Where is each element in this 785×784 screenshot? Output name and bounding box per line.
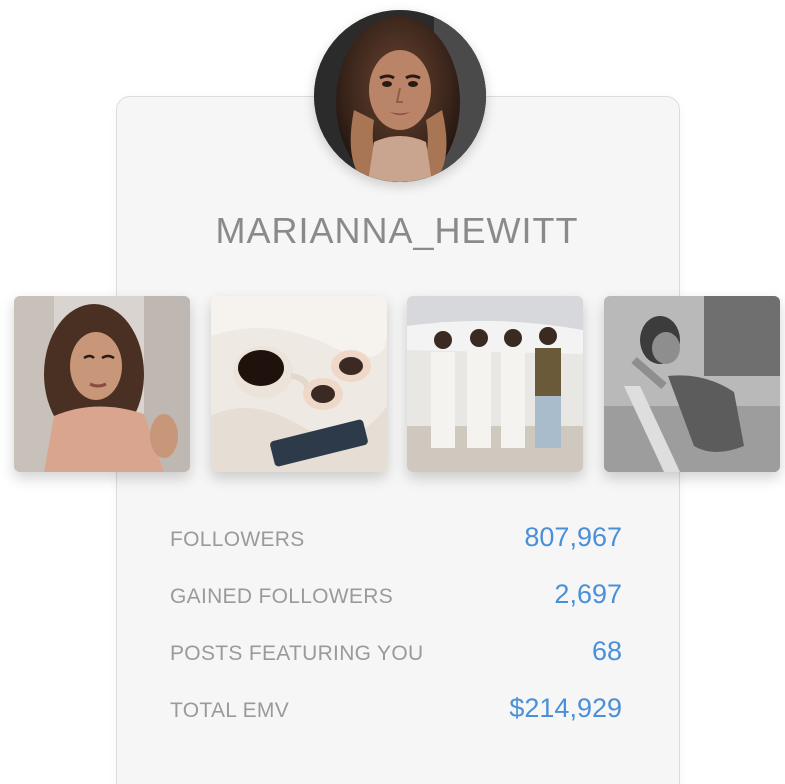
stat-value: $214,929: [509, 693, 622, 723]
profile-username: MARIANNA_HEWITT: [215, 210, 579, 251]
post-thumbnail-3[interactable]: [407, 296, 583, 472]
stat-row-gained-followers: GAINED FOLLOWERS 2,697: [170, 573, 622, 630]
stat-label: TOTAL EMV: [170, 699, 289, 722]
recent-posts-strip: [14, 296, 780, 472]
stat-value: 807,967: [524, 522, 622, 552]
avatar-image: [314, 10, 486, 182]
stat-row-followers: FOLLOWERS 807,967: [170, 516, 622, 573]
influencer-card-stage: MARIANNA_HEWITT FOLLOWERS 807,967 GAINED…: [0, 0, 785, 784]
swimsuit-photo: [604, 296, 780, 472]
post-thumbnail-1[interactable]: [14, 296, 190, 472]
coffee-sunglasses-photo: [211, 296, 387, 472]
profile-avatar[interactable]: [314, 10, 486, 182]
group-airplane-photo: [407, 296, 583, 472]
post-thumbnail-2[interactable]: [211, 296, 387, 472]
stat-value: 68: [591, 636, 622, 666]
stat-row-posts-featuring-you: POSTS FEATURING YOU 68: [170, 630, 622, 687]
post-thumbnail-4[interactable]: [604, 296, 780, 472]
selfie-photo: [14, 296, 190, 472]
stat-row-total-emv: TOTAL EMV $214,929: [170, 687, 622, 744]
stat-label: FOLLOWERS: [170, 528, 305, 551]
stats-list: FOLLOWERS 807,967 GAINED FOLLOWERS 2,697…: [170, 516, 622, 744]
stat-label: GAINED FOLLOWERS: [170, 585, 394, 608]
stat-label: POSTS FEATURING YOU: [170, 642, 424, 665]
stat-value: 2,697: [554, 579, 622, 609]
